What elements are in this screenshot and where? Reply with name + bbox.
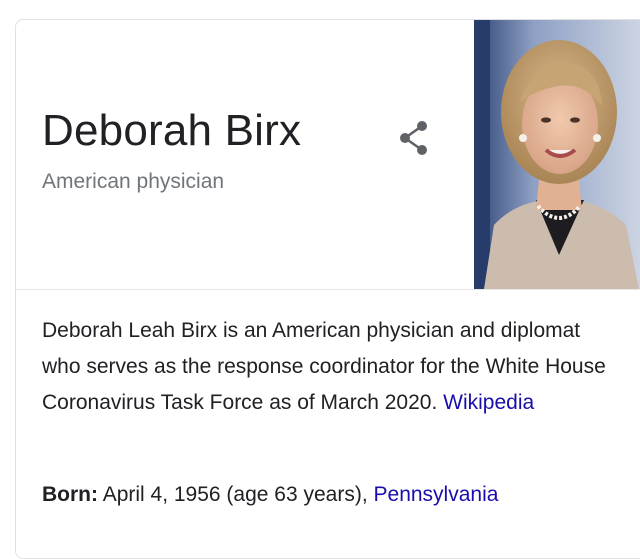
panel-title: Deborah Birx: [42, 106, 302, 155]
born-value: April 4, 1956 (age 63 years),: [102, 483, 374, 506]
description: Deborah Leah Birx is an American physici…: [42, 313, 612, 421]
panel-header: Deborah Birx American physician: [16, 20, 640, 290]
knowledge-panel: Deborah Birx American physician Deborah …: [15, 19, 640, 559]
born-fact: Born: April 4, 1956 (age 63 years), Penn…: [42, 481, 498, 509]
born-place-link[interactable]: Pennsylvania: [374, 483, 499, 506]
born-label: Born:: [42, 483, 98, 506]
portrait-image: [474, 20, 640, 289]
wikipedia-link[interactable]: Wikipedia: [443, 391, 534, 414]
portrait-photo[interactable]: [474, 20, 640, 289]
share-icon: [400, 121, 427, 155]
panel-subtitle: American physician: [42, 170, 225, 193]
share-button[interactable]: [392, 116, 436, 160]
